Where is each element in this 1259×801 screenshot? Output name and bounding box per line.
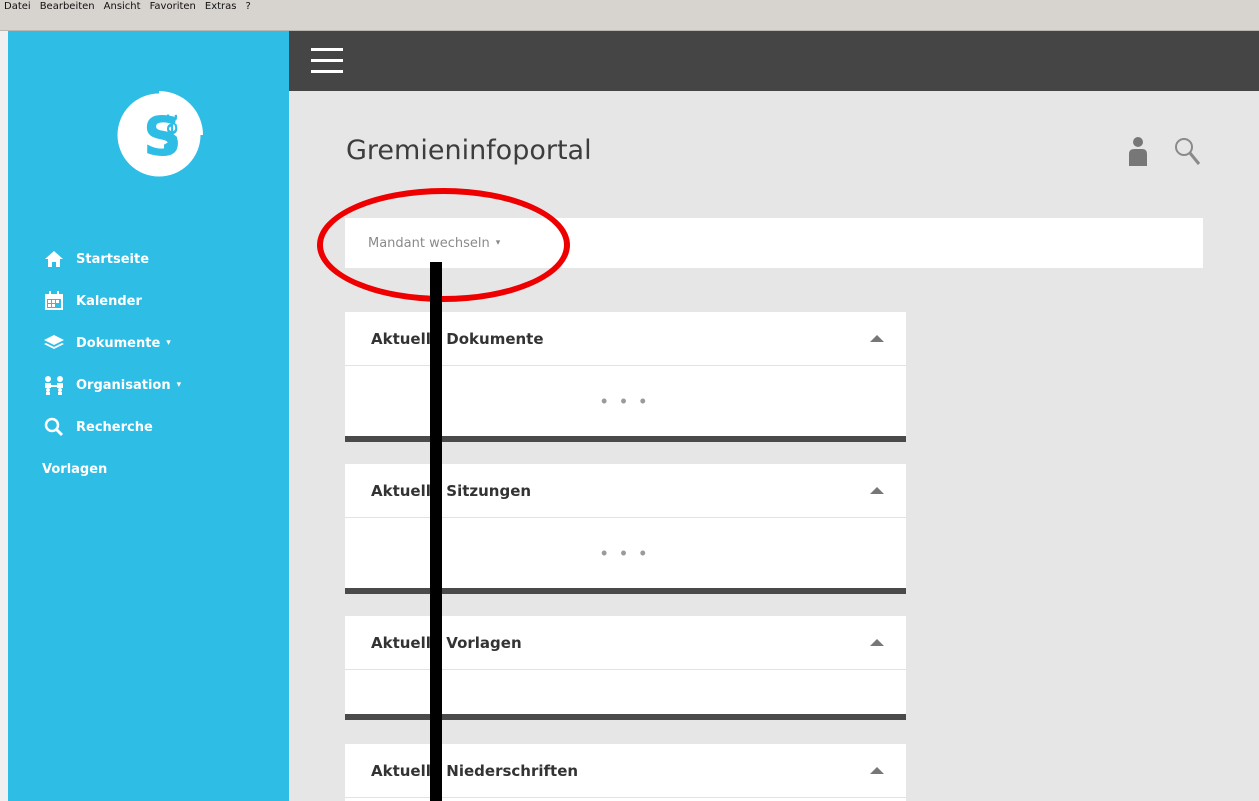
panel-title: Aktuelle Niederschriften [371, 761, 579, 780]
menu-bar: Datei Bearbeiten Ansicht Favoriten Extra… [0, 0, 1259, 31]
layers-icon [42, 333, 66, 353]
snet-logo[interactable]: S Net [107, 80, 211, 190]
page-title: Gremieninfoportal [346, 135, 592, 166]
calendar-icon [42, 291, 66, 311]
annotation-red-ellipse [317, 188, 570, 302]
sidebar-item-label: Organisation [76, 377, 171, 393]
user-icon[interactable] [1127, 136, 1149, 171]
menu-ansicht[interactable]: Ansicht [104, 1, 141, 13]
sidebar-nav: Startseite Kalender Dokumente ▾ Organisa… [42, 238, 181, 490]
sidebar-item-startseite[interactable]: Startseite [42, 238, 181, 280]
home-icon [42, 249, 66, 269]
search-icon [42, 417, 66, 437]
search-icon[interactable] [1173, 136, 1201, 171]
sidebar-item-recherche[interactable]: Recherche [42, 406, 181, 448]
menu-bearbeiten[interactable]: Bearbeiten [40, 1, 95, 13]
sidebar: S Net Startseite Kalender Dokumente ▾ Or… [8, 31, 289, 801]
panel-title: Aktuelle Dokumente [371, 329, 544, 348]
collapse-arrow-icon[interactable] [870, 767, 884, 774]
sidebar-item-label: Kalender [76, 293, 142, 309]
menu-favoriten[interactable]: Favoriten [150, 1, 196, 13]
menu-datei[interactable]: Datei [4, 1, 31, 13]
top-bar [289, 31, 1259, 91]
sidebar-item-label: Startseite [76, 251, 150, 267]
collapse-arrow-icon[interactable] [870, 335, 884, 342]
collapse-arrow-icon[interactable] [870, 487, 884, 494]
annotation-black-line [430, 262, 442, 801]
chevron-down-icon: ▾ [176, 380, 182, 390]
sidebar-item-vorlagen[interactable]: Vorlagen [42, 448, 181, 490]
sidebar-item-dokumente[interactable]: Dokumente ▾ [42, 322, 181, 364]
collapse-arrow-icon[interactable] [870, 639, 884, 646]
people-icon [42, 375, 66, 395]
panel-title: Aktuelle Sitzungen [371, 481, 532, 500]
logo-subtext: Net [161, 114, 182, 150]
sidebar-item-kalender[interactable]: Kalender [42, 280, 181, 322]
hamburger-menu-icon[interactable] [311, 48, 343, 74]
sidebar-item-label: Recherche [76, 419, 153, 435]
header-icons [1127, 136, 1201, 171]
sidebar-item-label: Vorlagen [42, 461, 108, 477]
panel-title: Aktuelle Vorlagen [371, 633, 522, 652]
sidebar-item-label: Dokumente [76, 335, 161, 351]
sidebar-item-organisation[interactable]: Organisation ▾ [42, 364, 181, 406]
chevron-down-icon: ▾ [166, 338, 171, 348]
menu-help[interactable]: ? [246, 1, 251, 13]
menu-extras[interactable]: Extras [205, 1, 237, 13]
